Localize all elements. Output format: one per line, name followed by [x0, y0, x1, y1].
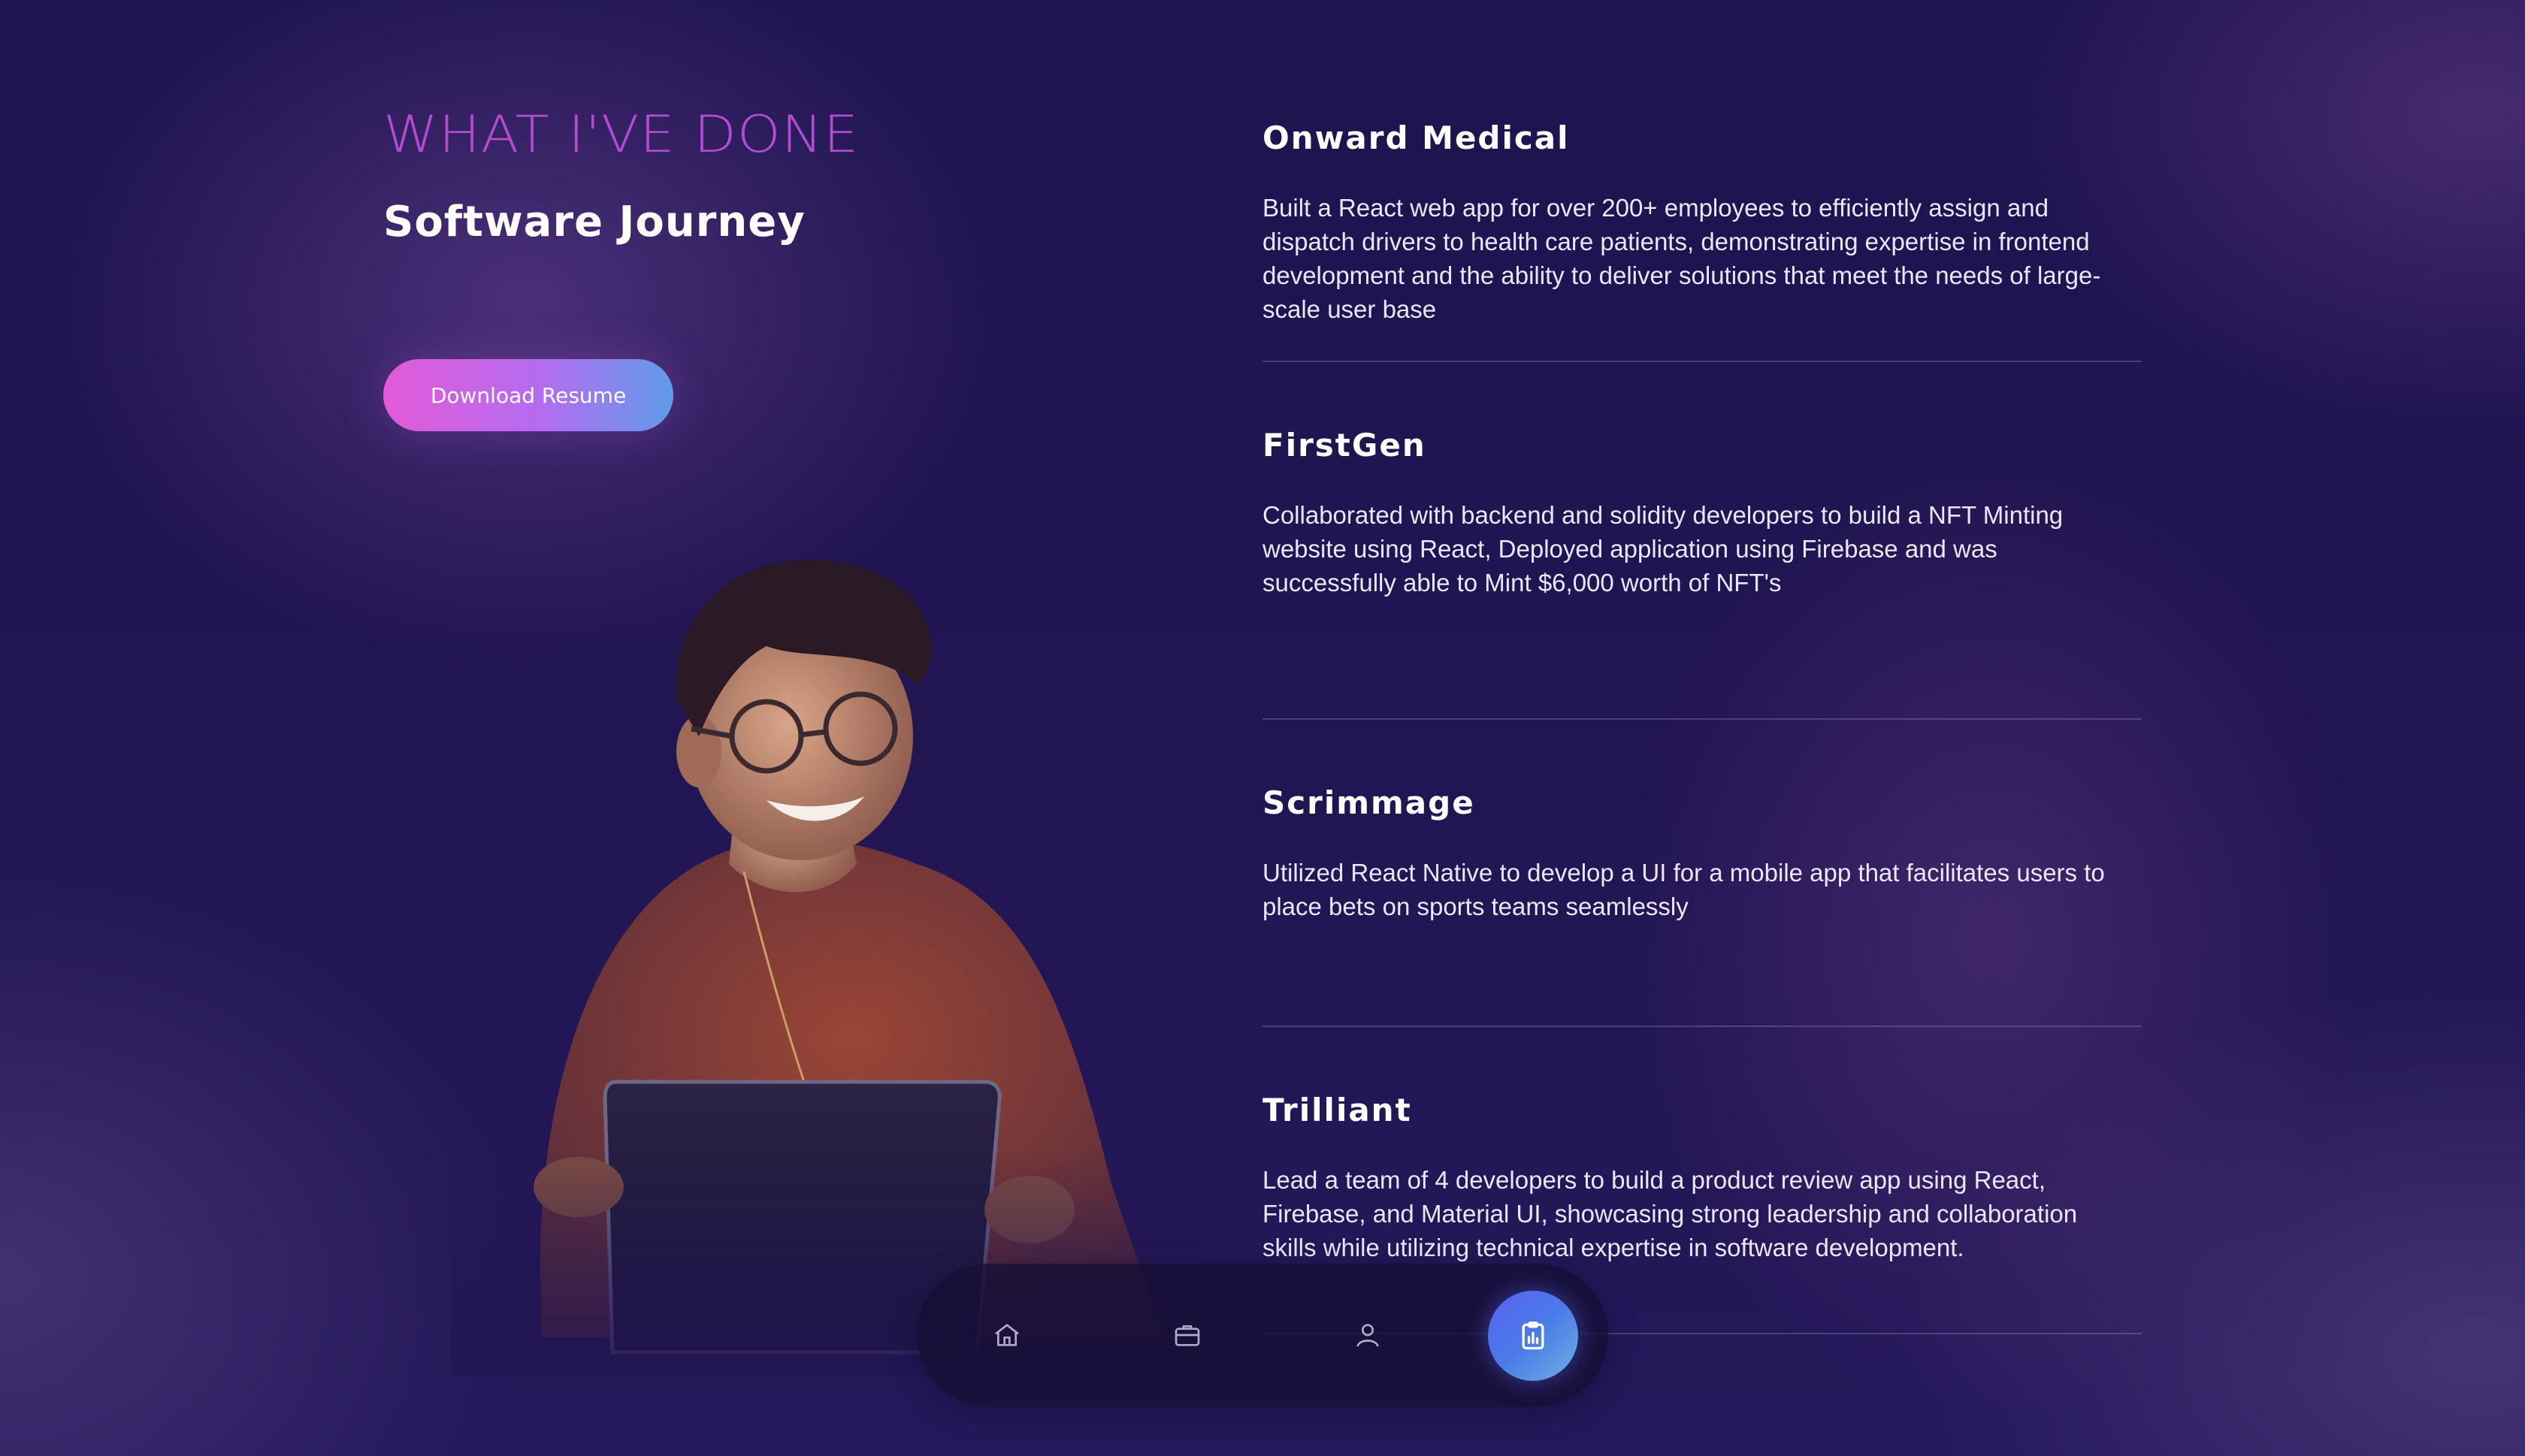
briefcase-icon — [1175, 1325, 1200, 1346]
dock-home-button[interactable] — [977, 1305, 1037, 1365]
experience-item-scrimmage: Scrimmage Utilized React Native to devel… — [1262, 770, 2142, 1027]
experience-title: Onward Medical — [1262, 119, 1570, 156]
page-title: Software Journey — [383, 198, 806, 246]
user-icon — [1356, 1324, 1379, 1347]
download-resume-button[interactable]: Download Resume — [383, 359, 673, 431]
experience-title: Trilliant — [1262, 1092, 1412, 1128]
home-icon — [995, 1324, 1019, 1346]
experience-item-onward-medical: Onward Medical Built a React web app for… — [1262, 105, 2142, 362]
experience-item-firstgen: FirstGen Collaborated with backend and s… — [1262, 412, 2142, 720]
dock-work-button[interactable] — [1157, 1305, 1217, 1365]
experience-description: Collaborated with backend and solidity d… — [1262, 501, 2064, 597]
dock-resume-button[interactable] — [1488, 1291, 1578, 1381]
intro-section: WHAT I'VE DONE Software Journey — [383, 105, 1135, 249]
experience-title: Scrimmage — [1262, 784, 1475, 821]
experience-timeline: Onward Medical Built a React web app for… — [1262, 105, 2142, 1334]
experience-description: Built a React web app for over 200+ empl… — [1262, 194, 2101, 323]
experience-description: Lead a team of 4 developers to build a p… — [1262, 1166, 2078, 1261]
experience-description: Utilized React Native to develop a UI fo… — [1262, 859, 2105, 920]
dock-about-button[interactable] — [1338, 1305, 1398, 1365]
experience-title: FirstGen — [1262, 427, 1426, 464]
bottom-dock-nav — [917, 1264, 1608, 1406]
section-eyebrow: WHAT I'VE DONE — [383, 105, 860, 165]
clipboard-chart-icon — [1522, 1322, 1544, 1350]
profile-photo — [451, 560, 1202, 1375]
